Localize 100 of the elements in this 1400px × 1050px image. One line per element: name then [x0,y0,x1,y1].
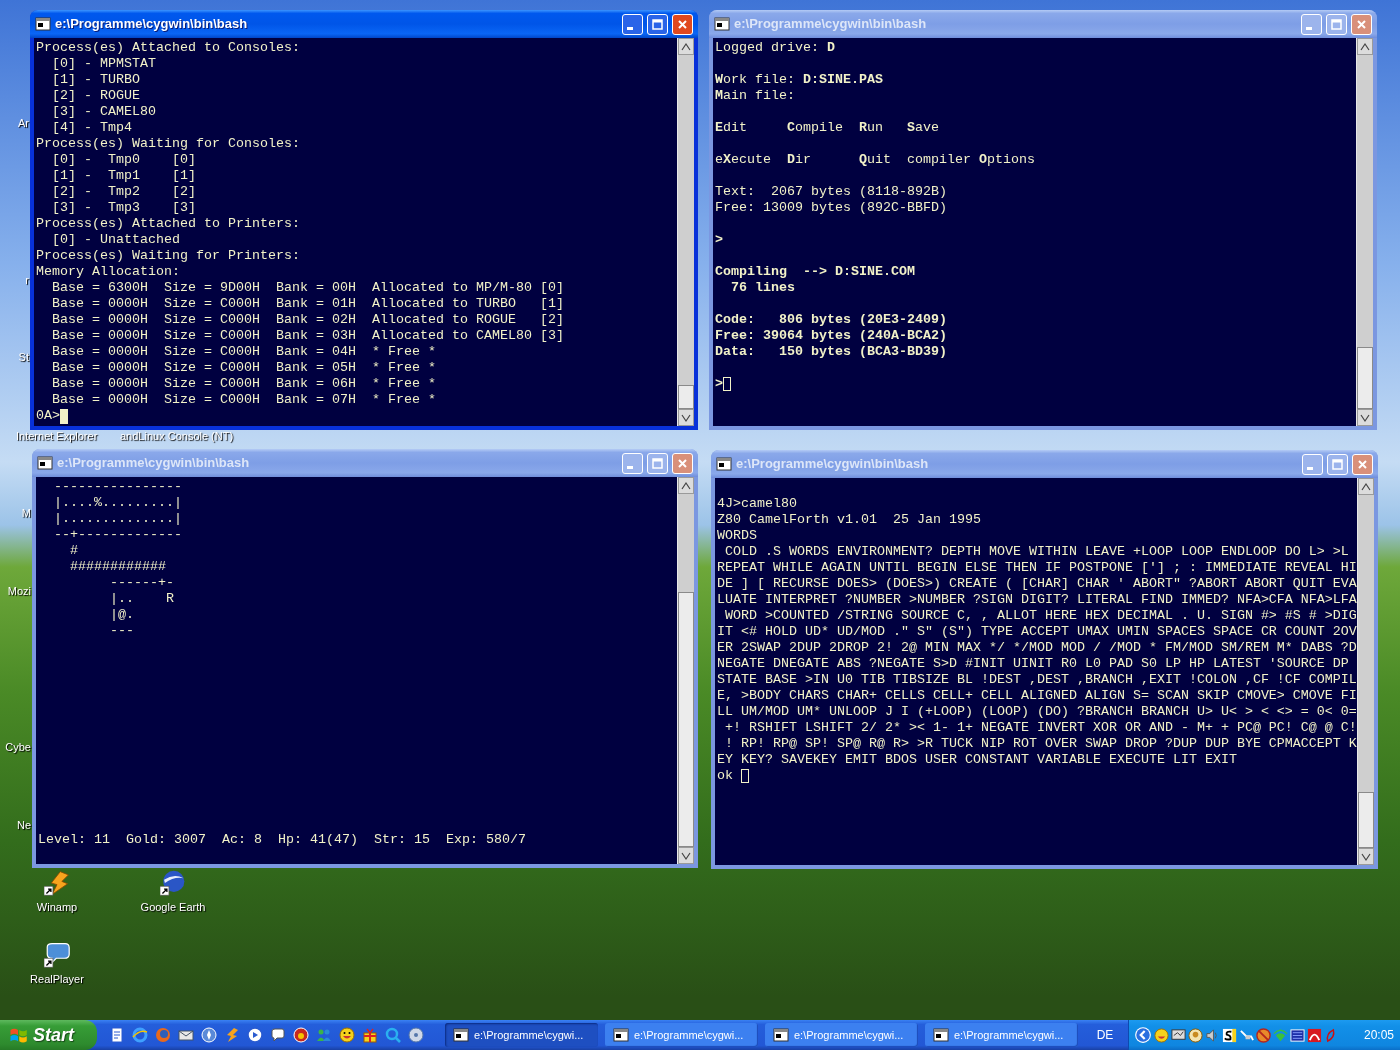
console-line: Work file: D:SINE.PAS [715,72,883,88]
icon-label[interactable]: Cybe [0,740,31,754]
console-line: |....%.........| [53,495,182,511]
icon-label[interactable]: Google Earth [140,900,206,914]
scroll-down-button[interactable] [678,409,694,426]
console-line: LL UM/MOD UM* UNLOOP J I (+LOOP) (LOOP) (DO) ?BRANCH BRANCH U> U< > < <> = 0< 0= [717,704,1357,720]
console-line: EY KEY? SAVEKEY EMIT BDOS USER CONSTANT VARIABLE EXECUTE LIT EXIT [717,752,1237,768]
close-icon [676,456,689,470]
minimize-button[interactable] [1301,13,1322,35]
console-line: > [715,232,723,248]
screen-icon[interactable] [1290,1027,1305,1043]
scroll-up-button[interactable] [1358,478,1374,495]
disc-icon[interactable] [408,1027,424,1043]
scrollbar[interactable] [1357,478,1374,865]
scroll-down-button[interactable] [678,847,694,864]
clock[interactable]: 20:05 [1363,1026,1394,1044]
language-indicator[interactable]: DE [1092,1026,1118,1044]
maximize-icon [651,456,664,470]
smiley-icon[interactable] [1154,1027,1169,1043]
close-button[interactable] [1352,453,1373,475]
scroll-down-button[interactable] [1357,409,1373,426]
console-line: Logged drive: D [715,40,835,56]
scroll-up-button[interactable] [1357,38,1373,55]
console-line: ER 2SWAP 2DUP 2DROP 2! 2@ MIN MAX */ */MOD MOD / /MOD * FM/MOD SM/REM M* DABS ?D [717,640,1357,656]
monitor-icon[interactable] [1171,1027,1186,1043]
console-line: +! RSHIFT LSHIFT 2/ 2* >< 1- 1+ NEGATE INVERT XOR OR AND - M+ + PC@ PC! C@ @ C! [724,720,1357,736]
window-title: e:\Programme\cygwin\bin\bash [734,15,928,34]
scrollbar[interactable] [677,477,694,864]
console-line: Free: 39064 bytes (240A-BCA2) [715,328,947,344]
console-line: ############ [69,559,166,575]
scrollbar-thumb[interactable] [678,385,694,409]
scroll-up-button[interactable] [678,477,694,494]
maximize-button[interactable] [1327,453,1348,475]
icon-label[interactable]: Ar [0,116,29,130]
globe-icon[interactable] [132,1027,148,1043]
minimize-icon [627,465,633,469]
smiley-icon[interactable] [339,1027,355,1043]
console-line: [2] - Tmp2 [2] [51,184,196,200]
scrollbar[interactable] [1356,38,1373,426]
window-title: e:\Programme\cygwin\bin\bash [55,15,249,34]
minimize-button[interactable] [1302,453,1323,475]
chat-bubble-icon[interactable] [270,1027,286,1043]
circle-icon[interactable] [293,1027,309,1043]
people-icon[interactable] [316,1027,332,1043]
console-icon [453,1027,469,1043]
scrollbar[interactable] [677,38,694,426]
scrollbar-thumb[interactable] [678,592,694,847]
window-title: e:\Programme\cygwin\bin\bash [57,454,251,473]
console-line: E, >BODY CHARS CHAR+ CELLS CELL+ CELL ALIGNED ALIGN S= SCAN SKIP CMOVE> CMOVE FI [717,688,1357,704]
console-line: eXecute Dir Quit compiler Options [715,152,1035,168]
no-entry-icon[interactable] [1256,1027,1271,1043]
scroll-down-button[interactable] [1358,848,1374,865]
taskbar-button[interactable]: e:\Programme\cygwi... [765,1023,918,1047]
document-icon[interactable] [109,1027,125,1043]
console-line: [0] - Unattached [51,232,180,248]
console-line: [1] - TURBO [51,72,140,88]
console-line: IT <# HOLD UD* UD/MOD ." S" (S") TYPE ACCEPT UMAX UMIN SPACES SPACE CR COUNT 2OV [717,624,1357,640]
console-line: 76 lines [730,280,795,296]
close-icon [1355,17,1368,31]
minimize-button[interactable] [622,452,643,474]
scroll-up-button[interactable] [678,38,694,55]
minimize-button[interactable] [622,13,643,35]
magnifier-icon[interactable] [385,1027,401,1043]
mail-icon[interactable] [178,1027,194,1043]
compass-icon[interactable] [201,1027,217,1043]
maximize-button[interactable] [647,452,668,474]
icon-label[interactable]: r [0,273,29,287]
maximize-button[interactable] [1326,13,1347,35]
console-line: # [69,543,78,559]
speaker-icon[interactable] [1205,1027,1220,1043]
gift-icon[interactable] [362,1027,378,1043]
chevron-icon[interactable] [1134,1026,1152,1044]
badge-icon[interactable] [1188,1027,1203,1043]
console-line: |@. [108,607,134,623]
console-icon [716,456,732,472]
console-line: ok [717,768,734,784]
taskbar-button[interactable]: e:\Programme\cygwi... [925,1023,1078,1047]
icon-label[interactable]: Mozi [0,584,31,598]
play-icon[interactable] [247,1027,263,1043]
close-button[interactable] [672,13,693,35]
icon-label[interactable]: Ne [0,818,31,832]
close-button[interactable] [672,452,693,474]
taskbar-button[interactable]: e:\Programme\cygwi... [605,1023,758,1047]
scrollbar-thumb[interactable] [1358,792,1374,848]
close-icon [1356,457,1369,471]
console-line: Base = 0000H Size = C000H Bank = 07H * Free * [51,392,436,408]
icon-label[interactable]: Winamp [36,900,78,914]
console-icon [35,16,51,32]
console-line: Base = 0000H Size = C000H Bank = 03H Allocated to CAMEL80 [3] [51,328,564,344]
s-logo-icon[interactable] [1222,1027,1237,1043]
start-button[interactable]: Start [0,1020,97,1050]
lightning-icon[interactable] [44,870,70,896]
globe-icon[interactable] [160,870,186,896]
speech-bubble-icon[interactable] [44,942,70,968]
minimize-icon [1307,466,1313,470]
scrollbar-thumb[interactable] [1357,347,1373,409]
close-button[interactable] [1351,13,1372,35]
taskbar-button[interactable]: e:\Programme\cygwi... [445,1023,598,1047]
icon-label[interactable]: RealPlayer [30,972,84,986]
maximize-button[interactable] [647,13,668,35]
